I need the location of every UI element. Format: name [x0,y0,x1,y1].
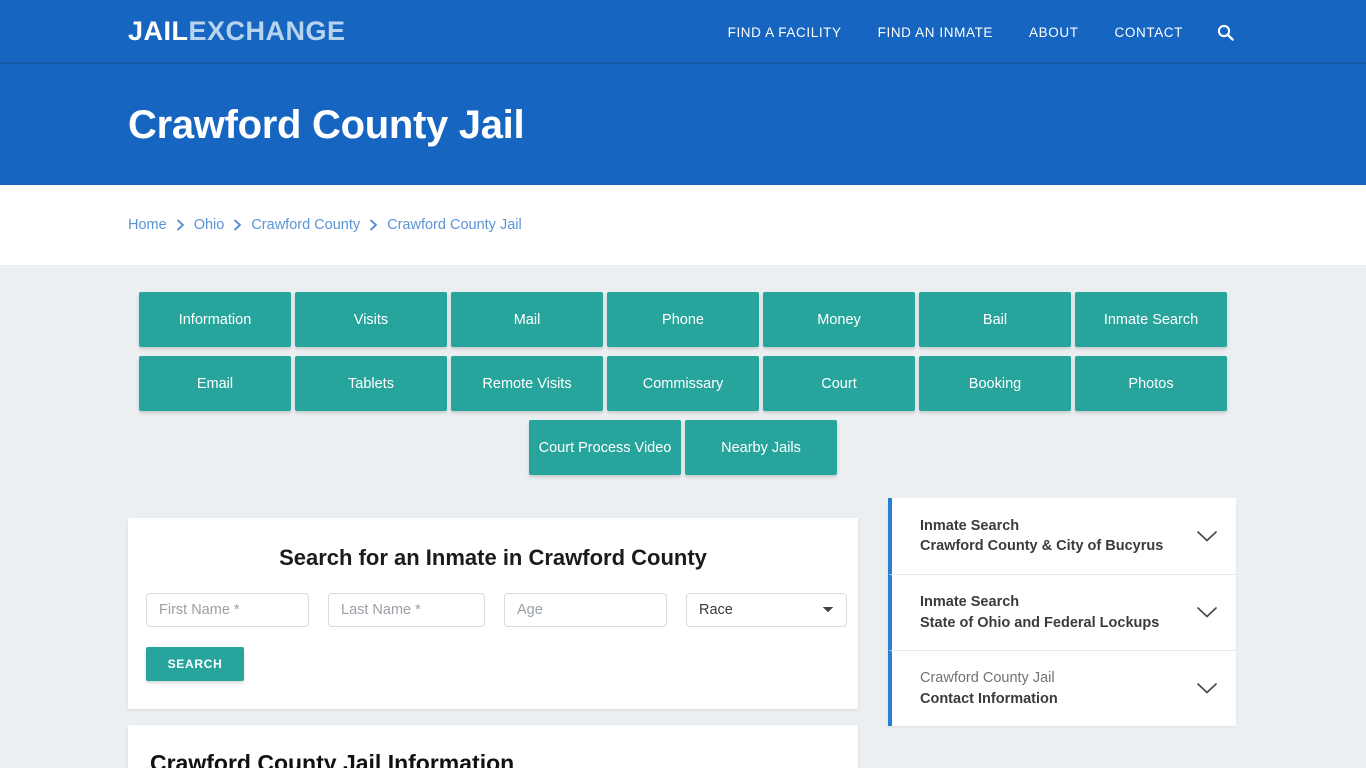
breadcrumb-bar: Home Ohio Crawford County Crawford Count… [0,185,1366,265]
accordion-item-line1: Inmate Search [920,594,1020,611]
accordion-item-line1: Crawford County Jail [920,670,1055,687]
section-button-inmate-search[interactable]: Inmate Search [1075,292,1227,347]
nav-item-about[interactable]: ABOUT [1011,25,1097,40]
chevron-down-icon[interactable] [1196,682,1218,695]
section-button-court-process-video[interactable]: Court Process Video [529,420,681,475]
inmate-search-card: Search for an Inmate in Crawford County … [128,518,858,709]
section-button-remote-visits[interactable]: Remote Visits [451,356,603,411]
section-button-information[interactable]: Information [139,292,291,347]
section-button-money[interactable]: Money [763,292,915,347]
section-button-email[interactable]: Email [139,356,291,411]
nav-item-find-an-inmate[interactable]: FIND AN INMATE [860,25,1011,40]
breadcrumb: Home Ohio Crawford County Crawford Count… [128,217,522,233]
search-icon[interactable] [1213,24,1238,41]
age-input[interactable] [504,593,667,627]
facility-button-row-2: Email Tablets Remote Visits Commissary C… [139,356,1227,411]
sidebar-accordion: Inmate Search Crawford County & City of … [888,498,1236,726]
race-select[interactable]: Race [686,593,847,627]
inmate-search-form: Race [146,593,858,627]
breadcrumb-item-crawford-county-jail[interactable]: Crawford County Jail [387,217,522,233]
nav-item-find-a-facility[interactable]: FIND A FACILITY [710,25,860,40]
facility-button-row-3: Court Process Video Nearby Jails [139,420,1227,475]
breadcrumb-item-ohio[interactable]: Ohio [194,217,225,233]
section-button-photos[interactable]: Photos [1075,356,1227,411]
facility-section-buttons: Information Visits Mail Phone Money Bail… [139,292,1227,484]
hero-banner: Crawford County Jail [0,64,1366,185]
search-button[interactable]: SEARCH [146,647,244,681]
section-button-visits[interactable]: Visits [295,292,447,347]
chevron-right-icon [176,219,185,231]
accordion-item-contact-information[interactable]: Crawford County Jail Contact Information [888,650,1236,726]
section-button-bail[interactable]: Bail [919,292,1071,347]
nav-item-contact[interactable]: CONTACT [1097,25,1201,40]
chevron-right-icon [369,219,378,231]
accordion-item-text: Inmate Search Crawford County & City of … [920,516,1186,557]
primary-nav-links: FIND A FACILITY FIND AN INMATE ABOUT CON… [710,0,1238,64]
section-button-mail[interactable]: Mail [451,292,603,347]
section-button-commissary[interactable]: Commissary [607,356,759,411]
accordion-item-line2: Crawford County & City of Bucyrus [920,538,1164,554]
jail-information-card: Crawford County Jail Information [128,725,858,768]
page-title: Crawford County Jail [128,102,525,147]
accordion-item-line2: Contact Information [920,690,1058,707]
jail-information-title: Crawford County Jail Information [150,750,515,768]
logo-text-primary: JAIL [128,16,189,46]
site-logo[interactable]: JAILEXCHANGE [128,18,346,45]
accordion-item-inmate-search-county[interactable]: Inmate Search Crawford County & City of … [888,498,1236,574]
logo-text-secondary: EXCHANGE [188,16,346,46]
accordion-item-inmate-search-state[interactable]: Inmate Search State of Ohio and Federal … [888,574,1236,650]
top-navigation-bar: JAILEXCHANGE FIND A FACILITY FIND AN INM… [0,0,1366,64]
facility-button-row-1: Information Visits Mail Phone Money Bail… [139,292,1227,347]
inmate-search-title: Search for an Inmate in Crawford County [279,545,707,570]
chevron-down-icon[interactable] [1196,530,1218,543]
section-button-nearby-jails[interactable]: Nearby Jails [685,420,837,475]
breadcrumb-item-crawford-county[interactable]: Crawford County [251,217,360,233]
section-button-court[interactable]: Court [763,356,915,411]
accordion-item-text: Crawford County Jail Contact Information [920,668,1186,709]
last-name-input[interactable] [328,593,485,627]
section-button-phone[interactable]: Phone [607,292,759,347]
accordion-item-text: Inmate Search State of Ohio and Federal … [920,592,1186,633]
chevron-right-icon [233,219,242,231]
breadcrumb-item-home[interactable]: Home [128,217,167,233]
accordion-item-line1: Inmate Search [920,517,1020,534]
page-content-area: Information Visits Mail Phone Money Bail… [0,265,1366,768]
chevron-down-icon[interactable] [1196,606,1218,619]
section-button-booking[interactable]: Booking [919,356,1071,411]
accordion-item-line2: State of Ohio and Federal Lockups [920,614,1160,631]
first-name-input[interactable] [146,593,309,627]
section-button-tablets[interactable]: Tablets [295,356,447,411]
